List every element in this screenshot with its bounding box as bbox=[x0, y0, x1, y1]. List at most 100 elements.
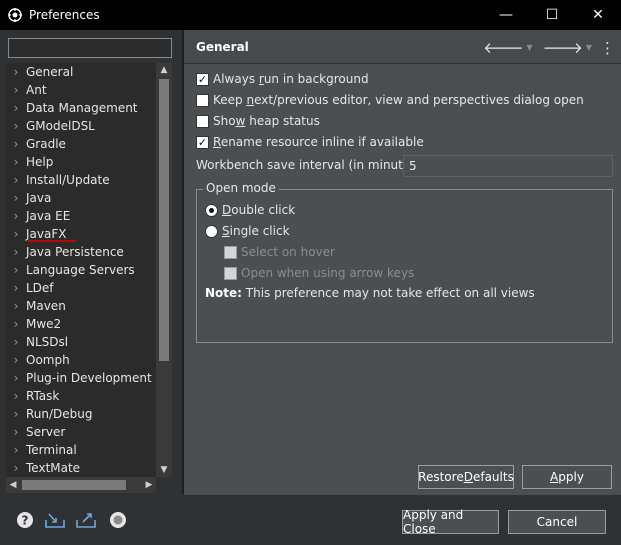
chevron-right-icon[interactable]: › bbox=[6, 119, 26, 133]
tree-item[interactable]: › Maven bbox=[6, 297, 156, 315]
chevron-right-icon[interactable]: › bbox=[6, 209, 26, 223]
tree-item[interactable]: › Run/Debug bbox=[6, 405, 156, 423]
chevron-right-icon[interactable]: › bbox=[6, 353, 26, 367]
tree-item[interactable]: › Data Management bbox=[6, 99, 156, 117]
forward-dropdown-icon[interactable]: ▼ bbox=[586, 43, 592, 52]
chevron-right-icon[interactable]: › bbox=[6, 335, 26, 349]
export-icon[interactable] bbox=[75, 510, 97, 530]
save-interval-input[interactable]: 5 bbox=[403, 155, 613, 177]
tree-item-label: Data Management bbox=[26, 101, 138, 115]
scroll-left-icon[interactable]: ◀ bbox=[6, 477, 20, 493]
tree-item[interactable]: › RTask bbox=[6, 387, 156, 405]
chevron-right-icon[interactable]: › bbox=[6, 389, 26, 403]
minimize-button[interactable]: — bbox=[483, 0, 529, 30]
keep-next-previous-option[interactable]: Keep next/previous editor, view and pers… bbox=[196, 91, 584, 109]
apply-button[interactable]: Apply bbox=[522, 465, 612, 489]
show-heap-status-option[interactable]: Show heap status bbox=[196, 112, 320, 130]
save-interval-row: Workbench save interval (in minutes): bbox=[196, 154, 425, 176]
tree-item-label: Help bbox=[26, 155, 54, 169]
tree-item[interactable]: › Terminal bbox=[6, 441, 156, 459]
scroll-up-icon[interactable]: ▲ bbox=[156, 63, 172, 77]
scroll-down-icon[interactable]: ▼ bbox=[156, 463, 172, 477]
chevron-right-icon[interactable]: › bbox=[6, 371, 26, 385]
tree-item[interactable]: › NLSDsl bbox=[6, 333, 156, 351]
tree-item[interactable]: › Help bbox=[6, 153, 156, 171]
restore-defaults-button[interactable]: Restore Defaults bbox=[418, 465, 514, 489]
page-header: General 🡐 ▼ 🡒 ▼ ⋮ bbox=[184, 30, 621, 64]
chevron-right-icon[interactable]: › bbox=[6, 191, 26, 205]
tree-item-label: Run/Debug bbox=[26, 407, 93, 421]
tree-item[interactable]: › General bbox=[6, 63, 156, 81]
always-run-background-checkbox[interactable]: ✓ bbox=[196, 72, 209, 86]
back-arrow-icon[interactable]: 🡐 bbox=[483, 38, 523, 57]
dialog-button-bar: ? Apply and Close Cancel bbox=[0, 495, 621, 545]
scroll-right-icon[interactable]: ▶ bbox=[142, 477, 156, 493]
tree-item-label: Oomph bbox=[26, 353, 70, 367]
tree-item-javafx[interactable]: › JavaFX bbox=[6, 225, 156, 243]
tree-item[interactable]: › Java EE bbox=[6, 207, 156, 225]
chevron-right-icon[interactable]: › bbox=[6, 101, 26, 115]
tree-item-label: Plug-in Development bbox=[26, 371, 152, 385]
option-label: Single click bbox=[222, 224, 290, 238]
scrollbar-thumb[interactable] bbox=[22, 480, 126, 490]
single-click-radio[interactable] bbox=[205, 224, 218, 238]
rename-inline-option[interactable]: ✓ Rename resource inline if available bbox=[196, 133, 424, 151]
chevron-right-icon[interactable]: › bbox=[6, 65, 26, 79]
chevron-right-icon[interactable]: › bbox=[6, 173, 26, 187]
forward-arrow-icon[interactable]: 🡒 bbox=[543, 38, 583, 57]
tree-item[interactable]: › LDef bbox=[6, 279, 156, 297]
view-menu-icon[interactable]: ⋮ bbox=[600, 39, 615, 57]
oomph-record-icon[interactable] bbox=[107, 510, 129, 530]
import-icon[interactable] bbox=[44, 510, 66, 530]
always-run-background-option[interactable]: ✓ Always run in background bbox=[196, 70, 369, 88]
tree-item[interactable]: › Gradle bbox=[6, 135, 156, 153]
option-label: Always run in background bbox=[213, 72, 369, 86]
maximize-button[interactable]: ☐ bbox=[529, 0, 575, 30]
filter-input[interactable] bbox=[8, 38, 172, 58]
chevron-right-icon[interactable]: › bbox=[6, 317, 26, 331]
option-label: Show heap status bbox=[213, 114, 320, 128]
tree-item-label: Mwe2 bbox=[26, 317, 62, 331]
chevron-right-icon[interactable]: › bbox=[6, 425, 26, 439]
tree-vertical-scrollbar[interactable]: ▲ ▼ bbox=[156, 63, 172, 477]
tree-item[interactable]: › Language Servers bbox=[6, 261, 156, 279]
tree-horizontal-scrollbar[interactable]: ◀ ▶ bbox=[6, 477, 156, 493]
apply-and-close-button[interactable]: Apply and Close bbox=[402, 508, 499, 536]
tree-item[interactable]: › Install/Update bbox=[6, 171, 156, 189]
back-dropdown-icon[interactable]: ▼ bbox=[526, 43, 532, 52]
chevron-right-icon[interactable]: › bbox=[6, 263, 26, 277]
save-interval-value: 5 bbox=[409, 159, 417, 173]
chevron-right-icon[interactable]: › bbox=[6, 83, 26, 97]
help-icon[interactable]: ? bbox=[14, 510, 36, 530]
single-click-option[interactable]: Single click bbox=[205, 222, 290, 240]
chevron-right-icon[interactable]: › bbox=[6, 443, 26, 457]
chevron-right-icon[interactable]: › bbox=[6, 281, 26, 295]
tree-item[interactable]: › Ant bbox=[6, 81, 156, 99]
tree-item[interactable]: › Oomph bbox=[6, 351, 156, 369]
tree-item[interactable]: › GModelDSL bbox=[6, 117, 156, 135]
cancel-button[interactable]: Cancel bbox=[508, 510, 606, 534]
tree-item-label: Gradle bbox=[26, 137, 66, 151]
tree-item[interactable]: › Java Persistence bbox=[6, 243, 156, 261]
chevron-right-icon[interactable]: › bbox=[6, 299, 26, 313]
tree-item[interactable]: › Mwe2 bbox=[6, 315, 156, 333]
double-click-option[interactable]: Double click bbox=[205, 201, 295, 219]
tree-item-label: Install/Update bbox=[26, 173, 110, 187]
chevron-right-icon[interactable]: › bbox=[6, 227, 26, 241]
scrollbar-thumb[interactable] bbox=[159, 79, 169, 361]
chevron-right-icon[interactable]: › bbox=[6, 137, 26, 151]
preferences-nav-pane: › General › Ant › Data Management › GModelDS… bbox=[0, 30, 182, 495]
chevron-right-icon[interactable]: › bbox=[6, 407, 26, 421]
tree-item[interactable]: › TextMate bbox=[6, 459, 156, 477]
chevron-right-icon[interactable]: › bbox=[6, 245, 26, 259]
tree-item[interactable]: › Server bbox=[6, 423, 156, 441]
close-button[interactable]: ✕ bbox=[575, 0, 621, 30]
tree-item[interactable]: › Java bbox=[6, 189, 156, 207]
keep-next-previous-checkbox[interactable] bbox=[196, 93, 209, 107]
tree-item[interactable]: › Plug-in Development bbox=[6, 369, 156, 387]
show-heap-status-checkbox[interactable] bbox=[196, 114, 209, 128]
rename-inline-checkbox[interactable]: ✓ bbox=[196, 135, 209, 149]
chevron-right-icon[interactable]: › bbox=[6, 461, 26, 475]
double-click-radio[interactable] bbox=[205, 203, 218, 217]
chevron-right-icon[interactable]: › bbox=[6, 155, 26, 169]
